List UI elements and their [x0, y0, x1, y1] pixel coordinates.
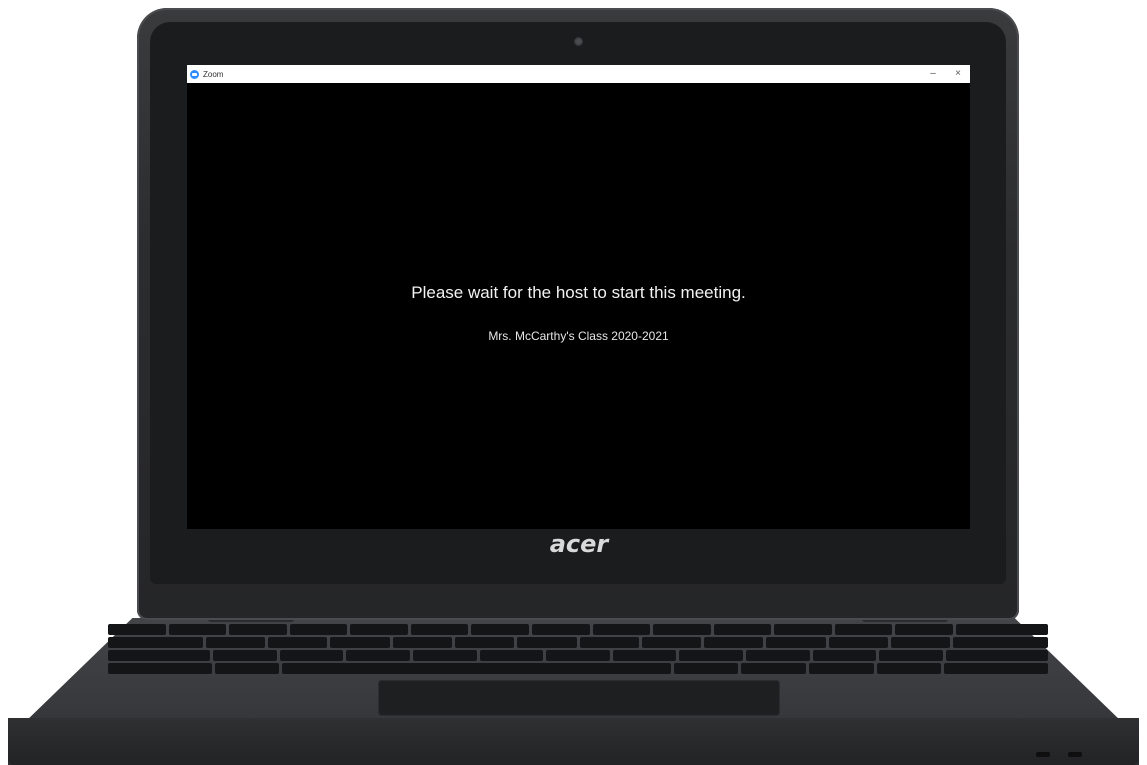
keyboard-row	[107, 637, 1049, 648]
usb-port	[1068, 752, 1082, 757]
acer-logo: acer	[549, 530, 609, 558]
usb-port	[1036, 752, 1050, 757]
minimize-button[interactable]: –	[922, 65, 944, 83]
keyboard-row	[108, 663, 1048, 674]
window-title: Zoom	[203, 69, 224, 79]
keyboard-row	[108, 624, 1048, 635]
zoom-window: Zoom – × Please wait for the host to sta…	[187, 65, 970, 529]
keyboard-row	[108, 650, 1048, 661]
zoom-icon	[190, 69, 199, 79]
close-button[interactable]: ×	[947, 65, 969, 83]
trackpad	[378, 680, 780, 716]
laptop-photo: Zoom – × Please wait for the host to sta…	[0, 0, 1147, 765]
keyboard	[107, 624, 1049, 676]
laptop-base-front	[8, 718, 1139, 765]
waiting-message: Please wait for the host to start this m…	[411, 283, 746, 302]
window-titlebar: Zoom – ×	[187, 65, 970, 83]
webcam-icon	[574, 37, 583, 46]
meeting-name: Mrs. McCarthy's Class 2020-2021	[488, 329, 669, 343]
